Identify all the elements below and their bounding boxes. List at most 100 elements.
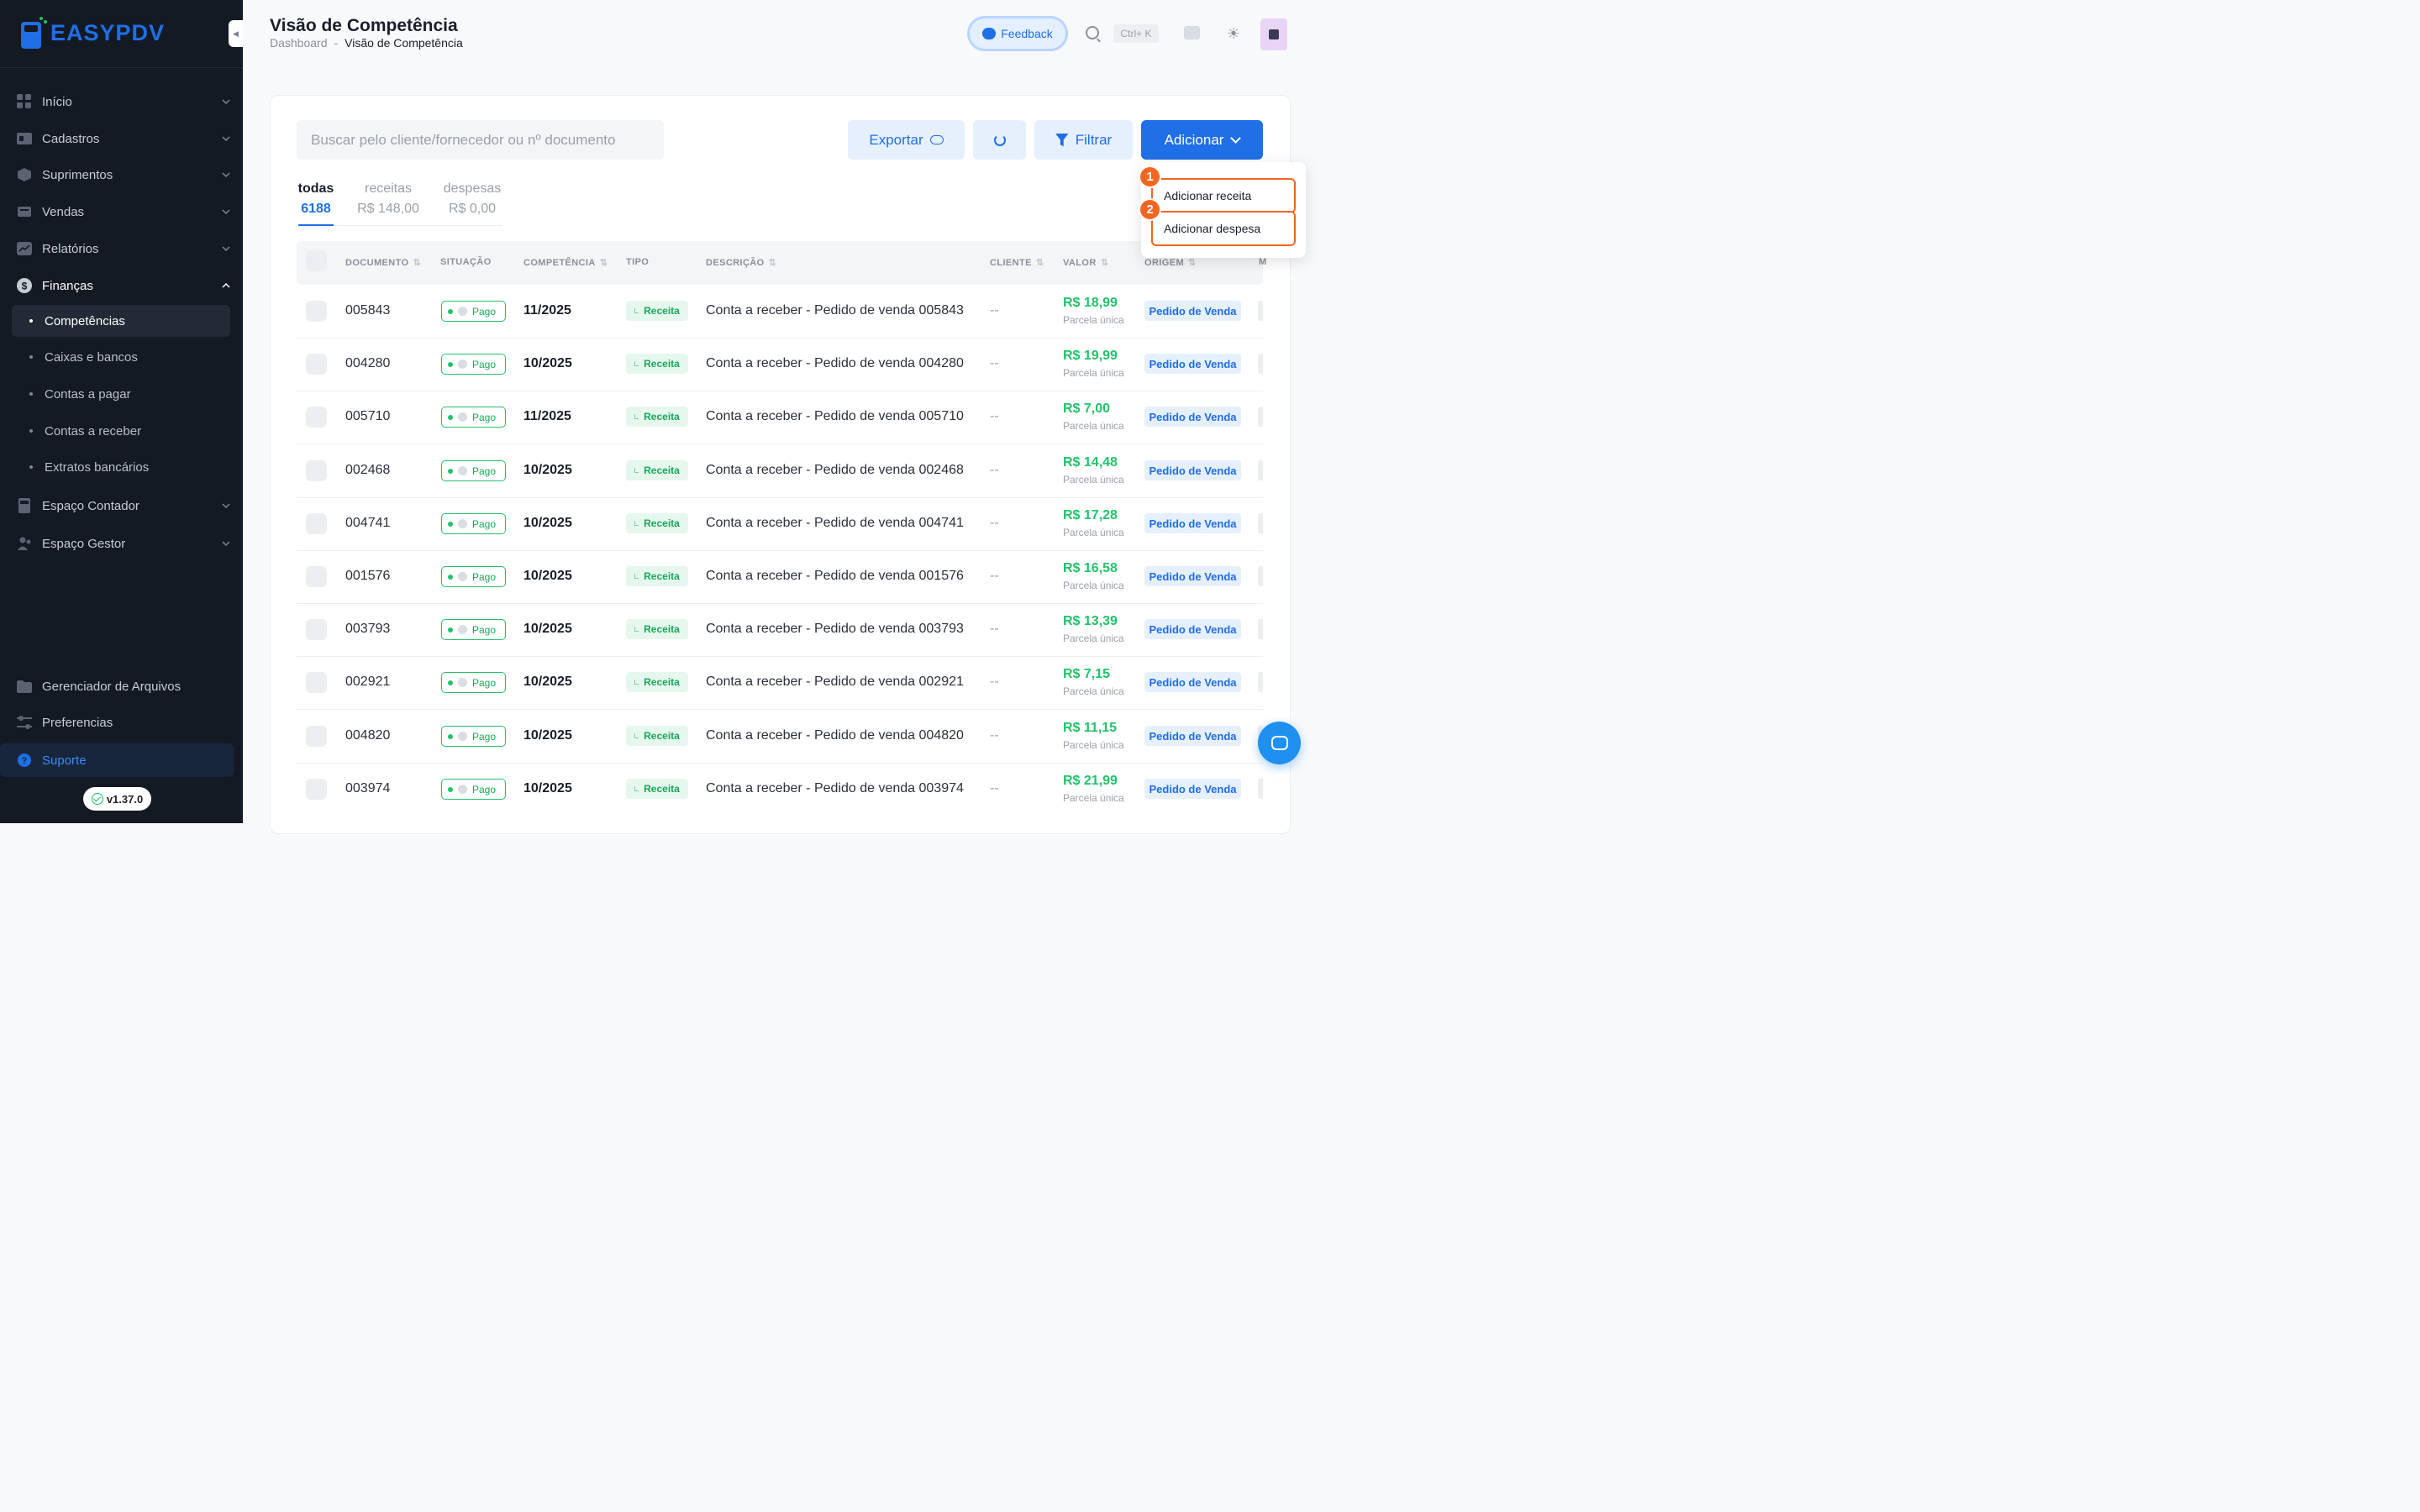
sidebar-item-preferencias[interactable]: Preferencias xyxy=(12,706,230,739)
bullet-icon xyxy=(29,319,33,323)
avatar[interactable] xyxy=(1260,18,1287,50)
sidebar-item-espaco-gestor[interactable]: Espaço Gestor xyxy=(12,527,230,560)
cell-cliente: -- xyxy=(990,516,999,530)
chevron-down-icon xyxy=(222,541,230,547)
sun-icon[interactable]: ☀ xyxy=(1226,26,1241,41)
origin-badge: Pedido de Venda xyxy=(1144,566,1241,586)
type-badge: Receita xyxy=(626,513,688,533)
status-dot-icon xyxy=(448,627,453,633)
row-checkbox[interactable] xyxy=(306,513,327,534)
messages-icon[interactable] xyxy=(1184,26,1200,39)
export-button[interactable]: Exportar xyxy=(848,120,965,160)
column-descricao[interactable]: DESCRIÇÃO ⇅ xyxy=(706,257,777,269)
row-checkbox[interactable] xyxy=(306,566,327,587)
tab-despesas[interactable]: despesas R$ 0,00 xyxy=(441,181,503,217)
arrow-icon xyxy=(634,733,639,738)
sidebar-subitem-caixas-bancos[interactable]: Caixas e bancos xyxy=(12,341,230,373)
type-badge: Receita xyxy=(626,726,688,746)
sidebar-item-label: Espaço Contador xyxy=(42,498,139,513)
select-all-checkbox[interactable] xyxy=(306,250,327,271)
feedback-button[interactable]: Feedback xyxy=(967,16,1068,51)
column-competencia[interactable]: COMPETÊNCIA ⇅ xyxy=(523,257,608,269)
cell-competencia: 10/2025 xyxy=(523,463,572,477)
type-badge: Receita xyxy=(626,354,688,374)
sidebar-item-espaco-contador[interactable]: Espaço Contador xyxy=(12,489,230,522)
search-icon[interactable] xyxy=(1086,26,1099,39)
sidebar-item-inicio[interactable]: Início xyxy=(12,85,230,118)
check-icon xyxy=(458,466,467,475)
origin-badge: Pedido de Venda xyxy=(1144,354,1241,374)
arrow-icon xyxy=(634,414,639,419)
refresh-icon xyxy=(993,134,1006,146)
sidebar-collapse-button[interactable]: ◀ xyxy=(229,20,243,47)
cell-competencia: 10/2025 xyxy=(523,516,572,530)
status-dot-icon xyxy=(448,786,453,792)
breadcrumb-current: Visão de Competência xyxy=(345,36,463,50)
breadcrumb-root[interactable]: Dashboard xyxy=(270,36,328,50)
filter-button[interactable]: Filtrar xyxy=(1034,120,1133,160)
truncated-cell xyxy=(1258,513,1263,533)
sidebar-item-label: Vendas xyxy=(42,204,85,219)
cell-valor: R$ 21,99 xyxy=(1063,774,1118,788)
sidebar-item-label: Gerenciador de Arquivos xyxy=(42,679,182,694)
chat-fab-button[interactable] xyxy=(1258,722,1301,764)
check-icon xyxy=(458,307,467,316)
tab-receitas[interactable]: receitas R$ 148,00 xyxy=(355,181,422,217)
row-divider xyxy=(297,709,1263,710)
sidebar-item-relatorios[interactable]: Relatórios xyxy=(12,232,230,265)
bullet-icon xyxy=(29,465,33,469)
column-truncated: M xyxy=(1259,257,1267,267)
search-shortcut: Ctrl+ K xyxy=(1113,24,1159,43)
status-dot-icon xyxy=(448,521,453,527)
row-checkbox[interactable] xyxy=(306,354,327,375)
origin-badge: Pedido de Venda xyxy=(1144,619,1241,639)
sidebar-item-gerenciador-arquivos[interactable]: Gerenciador de Arquivos xyxy=(12,669,230,703)
row-checkbox[interactable] xyxy=(306,672,327,693)
column-cliente[interactable]: CLIENTE ⇅ xyxy=(990,257,1044,269)
row-checkbox[interactable] xyxy=(306,407,327,428)
sidebar-subitem-competencias[interactable]: Competências xyxy=(12,305,230,337)
row-checkbox[interactable] xyxy=(306,301,327,322)
sidebar-item-suporte[interactable]: ? Suporte xyxy=(0,743,234,777)
column-documento[interactable]: DOCUMENTO ⇅ xyxy=(345,257,421,269)
row-checkbox[interactable] xyxy=(306,460,327,481)
refresh-button[interactable] xyxy=(973,120,1026,160)
sidebar-item-cadastros[interactable]: Cadastros xyxy=(12,122,230,155)
menu-item-adicionar-despesa[interactable]: Adicionar despesa xyxy=(1151,211,1296,246)
chat-bubble-icon xyxy=(982,28,997,39)
sidebar-subitem-contas-receber[interactable]: Contas a receber xyxy=(12,415,230,447)
column-valor[interactable]: VALOR ⇅ xyxy=(1063,257,1108,269)
search-input[interactable] xyxy=(297,120,664,160)
row-checkbox[interactable] xyxy=(306,779,327,800)
step-marker-1: 1 xyxy=(1139,165,1161,188)
sidebar-item-vendas[interactable]: Vendas xyxy=(12,195,230,228)
add-button[interactable]: Adicionar xyxy=(1141,120,1263,160)
status-dot-icon xyxy=(448,574,453,580)
cell-descricao: Conta a receber - Pedido de venda 002921 xyxy=(706,675,964,689)
sort-icon: ⇅ xyxy=(768,258,777,268)
column-situacao: SITUAÇÃO xyxy=(440,257,492,267)
svg-text:$: $ xyxy=(22,281,28,292)
status-badge: Pago xyxy=(441,513,506,534)
chart-icon xyxy=(17,241,32,256)
sidebar-item-suprimentos[interactable]: Suprimentos xyxy=(12,158,230,192)
row-checkbox[interactable] xyxy=(306,726,327,747)
truncated-cell xyxy=(1258,301,1263,321)
row-checkbox[interactable] xyxy=(306,619,327,640)
cell-cliente: -- xyxy=(990,622,999,636)
tab-todas[interactable]: todas 6188 xyxy=(297,181,334,217)
sidebar-subitem-contas-pagar[interactable]: Contas a pagar xyxy=(12,378,230,410)
menu-item-adicionar-receita[interactable]: Adicionar receita xyxy=(1151,178,1296,213)
column-origem[interactable]: ORIGEM ⇅ xyxy=(1144,257,1197,269)
chevron-down-icon xyxy=(222,503,230,509)
cell-valor: R$ 11,15 xyxy=(1063,721,1118,735)
cell-parcela: Parcela única xyxy=(1063,527,1124,538)
logo[interactable]: EASYPDV xyxy=(21,17,165,49)
truncated-cell xyxy=(1258,779,1263,799)
status-badge: Pago xyxy=(441,619,506,640)
sidebar-item-label: Finanças xyxy=(42,278,93,293)
sidebar-item-financas[interactable]: $ Finanças xyxy=(12,269,230,302)
sidebar-subitem-extratos[interactable]: Extratos bancários xyxy=(12,451,230,483)
cell-parcela: Parcela única xyxy=(1063,739,1124,751)
bullet-icon xyxy=(29,392,33,396)
